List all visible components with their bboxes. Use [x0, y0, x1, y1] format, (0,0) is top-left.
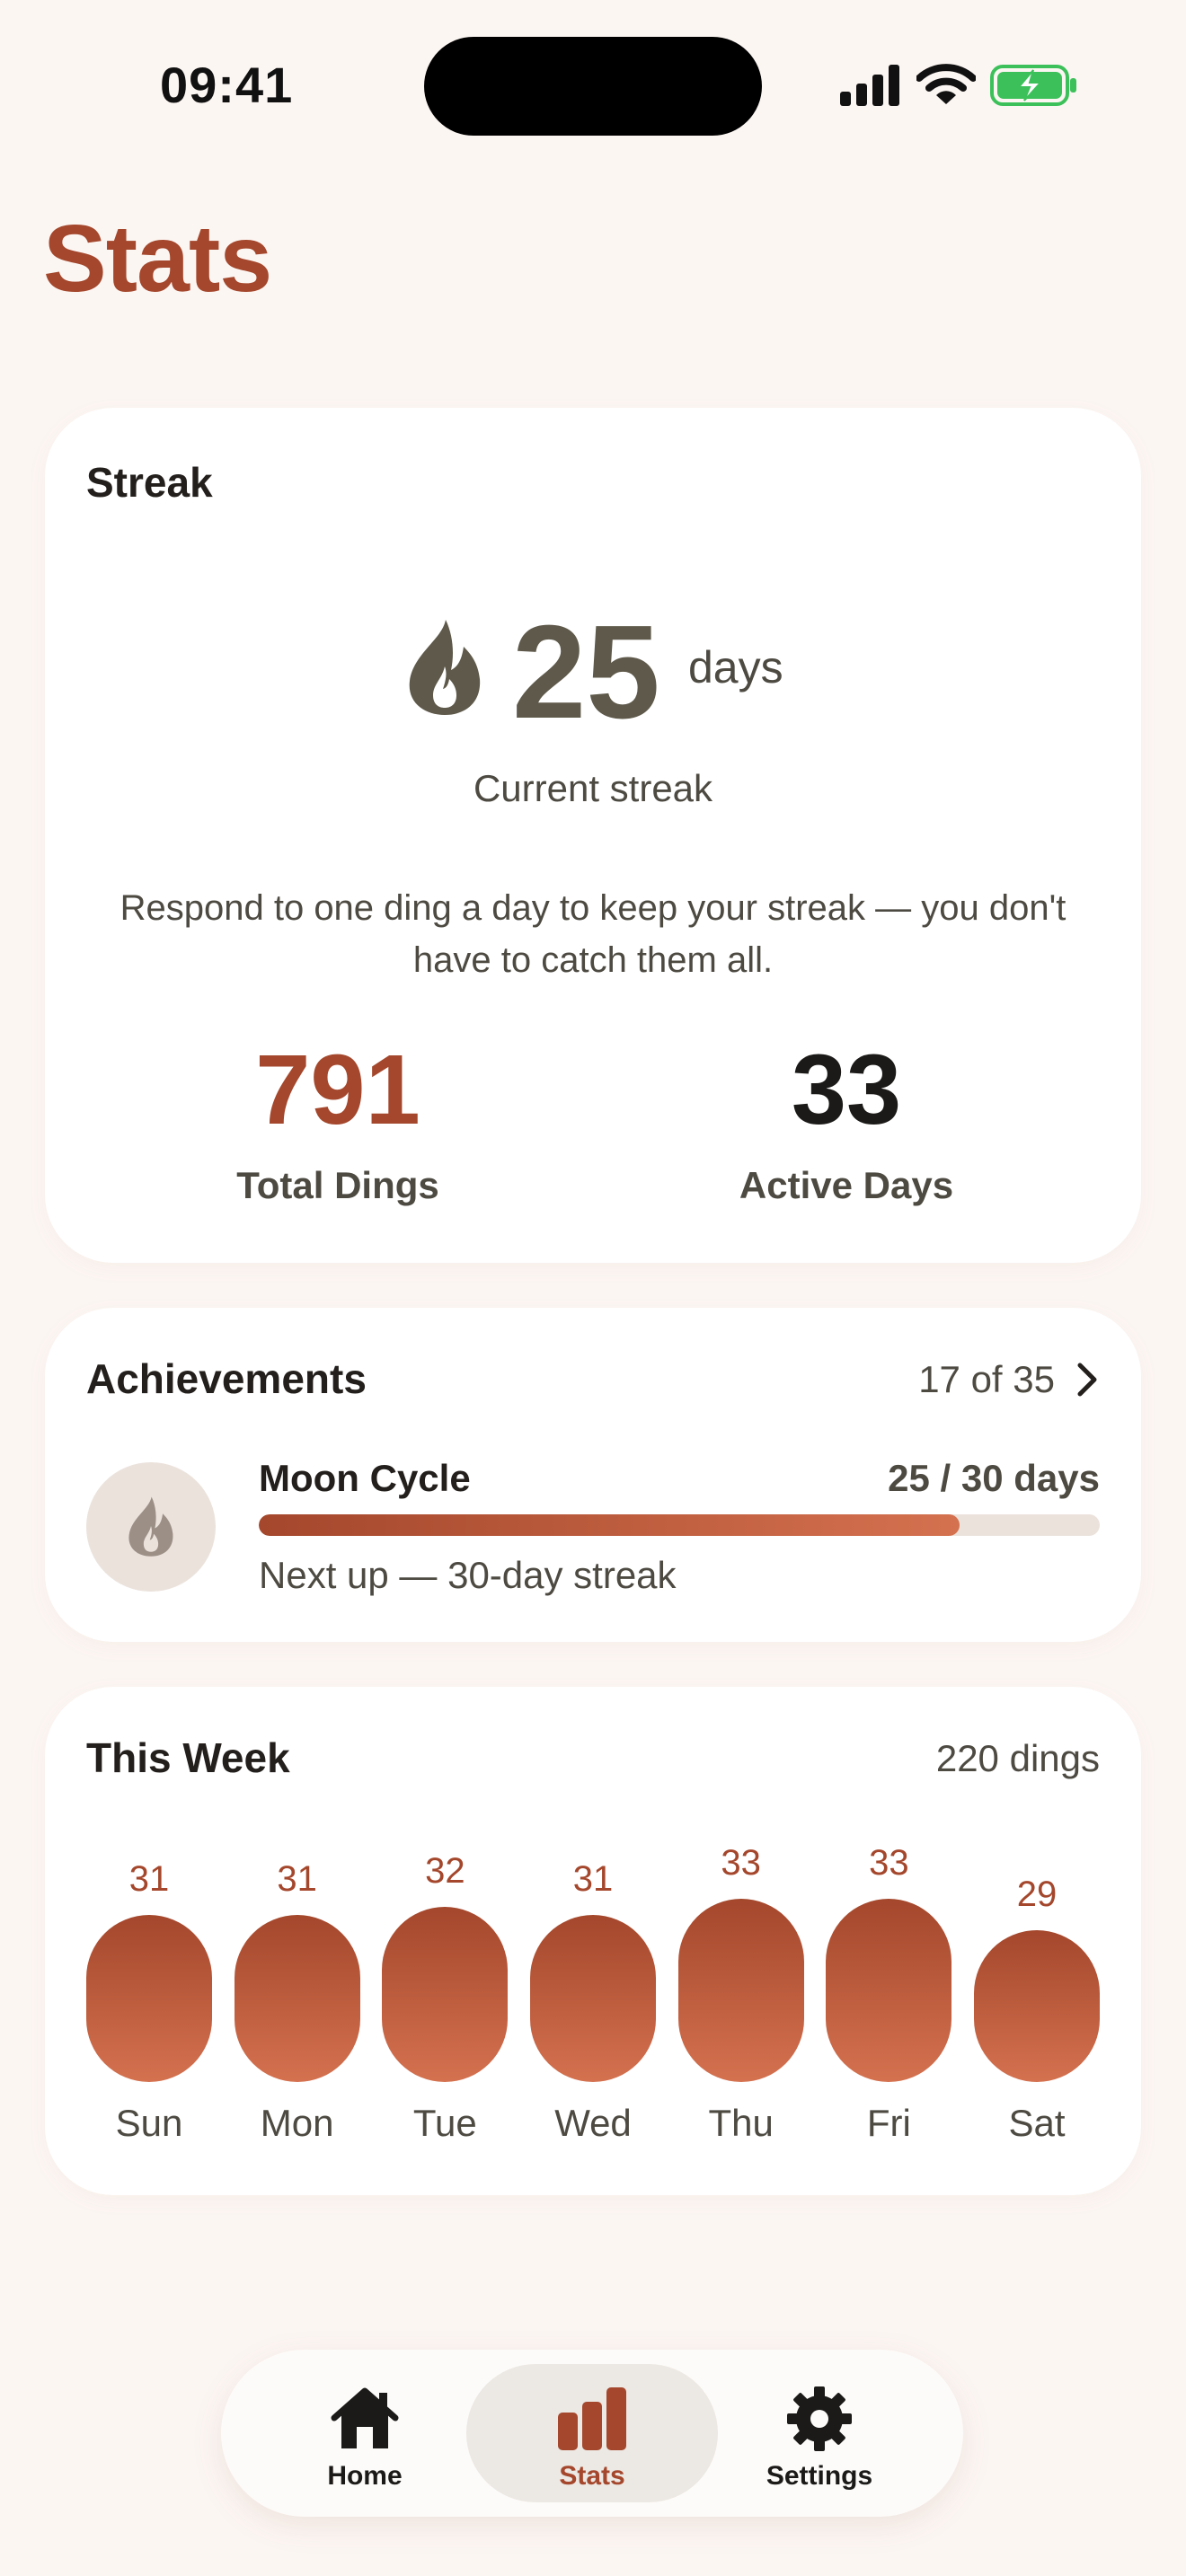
streak-note: Respond to one ding a day to keep your s… [119, 888, 1067, 980]
flame-icon [409, 620, 481, 715]
achievements-count[interactable]: 17 of 35 [918, 1358, 1055, 1401]
day-bar [86, 1914, 212, 2082]
day-column-sat: 29 Sat [974, 1831, 1100, 2172]
day-label: Wed [554, 2102, 632, 2144]
day-bar [974, 1930, 1100, 2082]
streak-unit: days [688, 642, 783, 693]
achievement-progress-text: 25 / 30 days [888, 1457, 1100, 1499]
streak-caption: Current streak [473, 767, 713, 809]
tab-home[interactable]: Home [239, 2364, 491, 2502]
day-label: Tue [412, 2102, 477, 2144]
day-bar [677, 1899, 804, 2082]
home-icon [331, 2387, 399, 2448]
battery-charging-icon [990, 65, 1076, 106]
tab-home-label: Home [327, 2461, 403, 2491]
day-bar [234, 1914, 360, 2082]
tab-stats-label: Stats [559, 2461, 625, 2491]
day-label: Thu [708, 2102, 774, 2144]
day-column-fri: 33 Fri [826, 1831, 952, 2172]
streak-count: 25 [512, 598, 660, 746]
day-value: 33 [721, 1843, 761, 1883]
status-bar: 09:41 [0, 0, 1186, 171]
week-bar-chart: 31 Sun 31 Mon 32 Tue 31 Wed 33 Thu 33 Fri 29 Sat [86, 1831, 1100, 2172]
achievement-progress-fill [259, 1514, 960, 1536]
total-dings-value: 791 [255, 1035, 420, 1145]
day-value: 32 [425, 1850, 465, 1891]
week-heading: This Week [86, 1734, 290, 1781]
tab-stats[interactable]: Stats [466, 2364, 718, 2502]
achievement-badge [86, 1462, 216, 1592]
day-column-wed: 31 Wed [530, 1831, 656, 2172]
day-value: 31 [277, 1858, 317, 1899]
achievements-card[interactable]: Achievements 17 of 35 Moon Cycle 25 / 30… [45, 1308, 1141, 1642]
chevron-right-icon[interactable] [1075, 1362, 1100, 1398]
wifi-icon [916, 64, 976, 104]
total-dings-label: Total Dings [236, 1164, 439, 1206]
cellular-signal-icon [840, 65, 899, 106]
tab-settings-label: Settings [766, 2461, 873, 2491]
day-value: 29 [1016, 1875, 1058, 1915]
achievement-next: Next up — 30-day streak [259, 1554, 677, 1596]
flame-icon [128, 1496, 173, 1557]
active-days-label: Active Days [739, 1164, 954, 1206]
day-column-tue: 32 Tue [382, 1831, 509, 2172]
achievement-progress-bar [259, 1514, 1100, 1536]
tab-bar: Home Stats Settings [221, 2350, 963, 2517]
achievements-heading: Achievements [86, 1355, 367, 1402]
active-days-stat: 33 Active Days [631, 1037, 1062, 1207]
day-label: Sat [1008, 2102, 1066, 2144]
gear-icon [787, 2386, 852, 2451]
day-label: Fri [866, 2102, 911, 2144]
day-column-sun: 31 Sun [86, 1831, 212, 2172]
day-column-thu: 33 Thu [677, 1831, 804, 2172]
page-title: Stats [43, 206, 272, 312]
streak-display: 25 days [45, 605, 1141, 740]
streak-card: Streak 25 days Current streak Respond to… [45, 408, 1141, 1263]
this-week-card: This Week 220 dings 31 Sun 31 Mon 32 Tue 31 Wed… [45, 1687, 1141, 2195]
achievement-name: Moon Cycle [259, 1457, 471, 1499]
day-bar [530, 1914, 656, 2082]
day-bar [382, 1906, 509, 2082]
day-value: 31 [128, 1858, 170, 1899]
total-dings-stat: 791 Total Dings [122, 1037, 553, 1207]
day-label: Mon [260, 2102, 334, 2144]
day-bar [826, 1899, 952, 2082]
streak-heading: Streak [86, 459, 213, 506]
bar-chart-icon [558, 2387, 626, 2450]
day-value: 31 [572, 1858, 614, 1899]
week-total: 220 dings [935, 1737, 1100, 1779]
status-time: 09:41 [160, 57, 294, 113]
tab-settings[interactable]: Settings [694, 2364, 945, 2502]
active-days-value: 33 [791, 1035, 902, 1145]
day-value: 33 [869, 1843, 909, 1883]
day-column-mon: 31 Mon [234, 1831, 360, 2172]
dynamic-island [424, 37, 762, 136]
day-label: Sun [115, 2102, 183, 2144]
